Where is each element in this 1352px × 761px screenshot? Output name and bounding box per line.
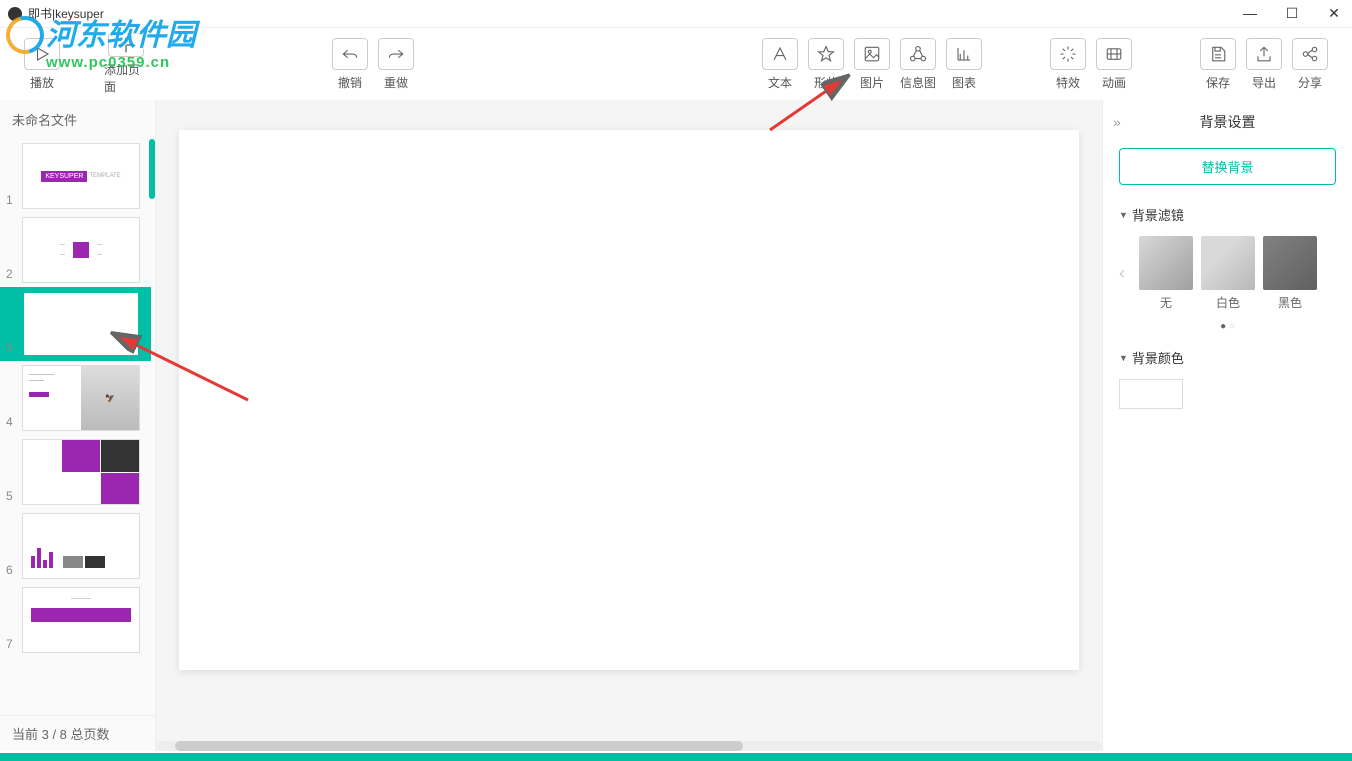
collapse-panel-icon[interactable]: » — [1113, 114, 1121, 130]
add-page-button[interactable]: 添加页面 — [104, 34, 148, 94]
window-controls: — ☐ ✕ — [1240, 5, 1344, 22]
filter-section-title[interactable]: 背景滤镜 — [1103, 197, 1352, 232]
app-icon — [8, 7, 22, 21]
filter-black[interactable]: 黑色 — [1263, 236, 1317, 311]
filter-pager[interactable]: ● ○ — [1103, 319, 1352, 340]
export-button[interactable]: 导出 — [1242, 34, 1286, 94]
canvas[interactable] — [179, 130, 1079, 670]
slides-footer: 当前 3 / 8 总页数 — [0, 715, 155, 751]
play-button[interactable]: 播放 — [20, 34, 64, 94]
animation-button[interactable]: 动画 — [1092, 34, 1136, 94]
main-area: 未命名文件 1 KEYSUPERTEMPLATE 2 ———— 3 4 ————… — [0, 100, 1352, 751]
redo-button[interactable]: 重做 — [374, 34, 418, 94]
slide-thumb-7[interactable]: 7 ———— — [0, 583, 151, 657]
save-button[interactable]: 保存 — [1196, 34, 1240, 94]
close-button[interactable]: ✕ — [1324, 5, 1344, 22]
slide-thumb-6[interactable]: 6 — [0, 509, 151, 583]
filter-none[interactable]: 无 — [1139, 236, 1193, 311]
chart-button[interactable]: 图表 — [942, 34, 986, 94]
infographic-button[interactable]: 信息图 — [896, 34, 940, 94]
replace-background-button[interactable]: 替换背景 — [1119, 148, 1336, 185]
slide-thumb-1[interactable]: 1 KEYSUPERTEMPLATE — [0, 139, 151, 213]
slides-panel: 未命名文件 1 KEYSUPERTEMPLATE 2 ———— 3 4 ————… — [0, 100, 156, 751]
filter-row: ‹ 无 白色 黑色 — [1103, 232, 1352, 319]
filter-prev-icon[interactable]: ‹ — [1119, 263, 1131, 284]
panel-header: » 背景设置 — [1103, 100, 1352, 144]
canvas-area[interactable] — [156, 100, 1102, 751]
app-title: 即书|keysuper — [28, 5, 104, 22]
maximize-button[interactable]: ☐ — [1282, 5, 1302, 22]
effect-button[interactable]: 特效 — [1046, 34, 1090, 94]
slide-thumb-2[interactable]: 2 ———— — [0, 213, 151, 287]
color-section-title[interactable]: 背景颜色 — [1103, 340, 1352, 375]
share-button[interactable]: 分享 — [1288, 34, 1332, 94]
slide-thumb-4[interactable]: 4 ———————— — [0, 361, 151, 435]
right-panel: » 背景设置 替换背景 背景滤镜 ‹ 无 白色 黑色 ● ○ 背景颜色 — [1102, 100, 1352, 751]
shape-button[interactable]: 形状 — [804, 34, 848, 94]
minimize-button[interactable]: — — [1240, 5, 1260, 22]
file-name: 未命名文件 — [0, 100, 155, 139]
text-button[interactable]: 文本 — [758, 34, 802, 94]
slides-scrollbar[interactable] — [149, 139, 155, 199]
canvas-horizontal-scrollbar[interactable] — [156, 739, 1102, 753]
slides-list[interactable]: 1 KEYSUPERTEMPLATE 2 ———— 3 4 ———————— 5… — [0, 139, 155, 715]
slide-thumb-3[interactable]: 3 — [0, 287, 151, 361]
toolbar: 播放 添加页面 撤销 重做 文本 形状 图片 — [0, 28, 1352, 100]
undo-button[interactable]: 撤销 — [328, 34, 372, 94]
bottom-border — [0, 753, 1352, 761]
slide-thumb-5[interactable]: 5 — [0, 435, 151, 509]
filter-white[interactable]: 白色 — [1201, 236, 1255, 311]
image-button[interactable]: 图片 — [850, 34, 894, 94]
title-bar: 即书|keysuper — ☐ ✕ — [0, 0, 1352, 28]
background-color-picker[interactable] — [1119, 379, 1183, 409]
